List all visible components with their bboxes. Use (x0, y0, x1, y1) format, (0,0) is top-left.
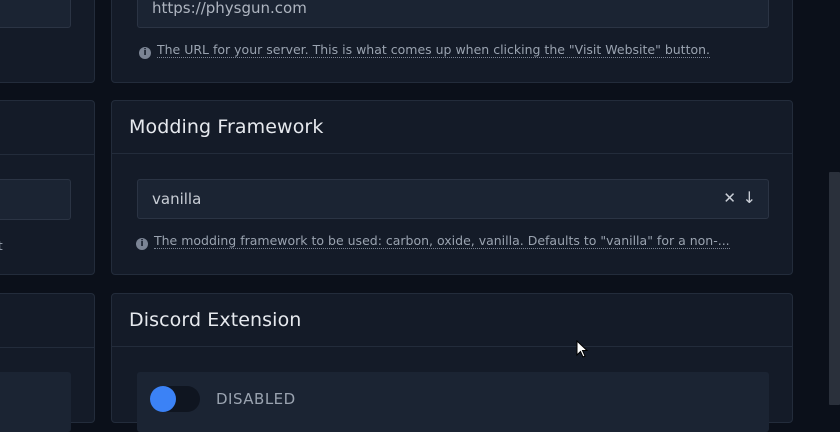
modding-framework-select[interactable]: vanilla ✕ ↓ (137, 179, 769, 219)
left-field-bottom[interactable] (0, 372, 71, 432)
left-card-bottom (0, 293, 95, 432)
left-help-fragment: t (0, 239, 3, 253)
modding-framework-title: Modding Framework (129, 116, 324, 138)
left-field-top[interactable] (0, 0, 71, 28)
website-url-input[interactable]: https://physgun.com (137, 0, 769, 28)
info-icon: i (136, 238, 148, 250)
modding-help: i The modding framework to be used: carbo… (136, 233, 776, 250)
toggle-knob[interactable] (150, 386, 176, 412)
clear-icon[interactable]: ✕ (723, 189, 736, 207)
discord-toggle[interactable] (150, 386, 200, 412)
modding-framework-card: Modding Framework vanilla ✕ ↓ i The moddi… (111, 100, 793, 275)
modding-framework-value: vanilla (152, 190, 202, 208)
discord-extension-title: Discord Extension (129, 309, 302, 331)
scrollbar[interactable] (824, 0, 840, 405)
modding-help-text: The modding framework to be used: carbon… (154, 233, 730, 249)
cursor-icon (576, 340, 589, 358)
discord-toggle-row: DISABLED (137, 372, 769, 432)
discord-toggle-label: DISABLED (216, 390, 296, 408)
website-help: i The URL for your server. This is what c… (139, 42, 779, 59)
website-card: https://physgun.com i The URL for your se… (111, 0, 793, 83)
info-icon: i (139, 47, 151, 59)
discord-extension-card: Discord Extension DISABLED (111, 293, 793, 432)
arrow-down-icon[interactable]: ↓ (743, 188, 756, 207)
website-url-value: https://physgun.com (152, 0, 307, 17)
left-card-top (0, 0, 95, 83)
left-field-middle[interactable] (0, 179, 71, 220)
scrollbar-thumb[interactable] (829, 172, 840, 405)
left-card-middle: t (0, 100, 95, 275)
website-help-text: The URL for your server. This is what co… (157, 42, 711, 58)
